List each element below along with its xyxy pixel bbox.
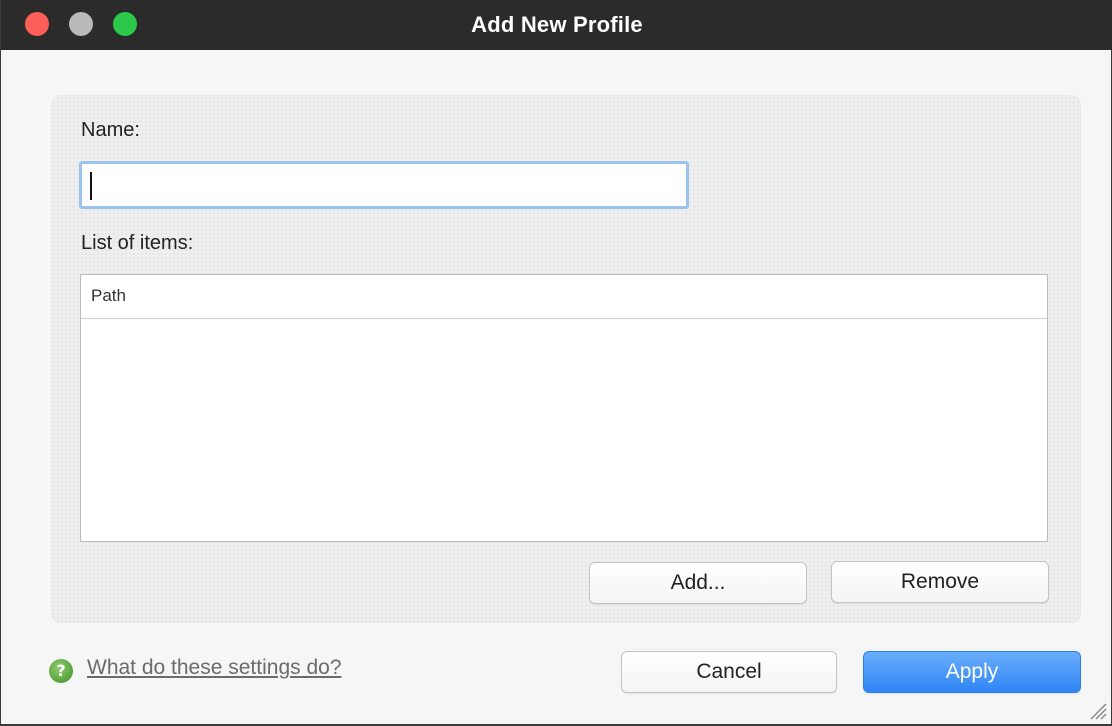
window-title: Add New Profile: [471, 12, 643, 37]
title-bar[interactable]: Add New Profile: [1, 0, 1112, 50]
question-icon[interactable]: ?: [49, 659, 73, 683]
dialog-window: Add New Profile Name: List of items: Pat…: [0, 0, 1112, 726]
name-input[interactable]: [79, 161, 689, 209]
remove-button[interactable]: Remove: [831, 561, 1049, 603]
name-label: Name:: [81, 119, 140, 141]
resize-grip-icon[interactable]: [1087, 700, 1107, 720]
apply-button[interactable]: Apply: [863, 651, 1081, 693]
list-of-items-label: List of items:: [81, 232, 194, 254]
path-column-header[interactable]: Path: [81, 275, 1047, 319]
text-cursor: [90, 172, 92, 200]
add-button[interactable]: Add...: [589, 562, 807, 604]
help-link[interactable]: What do these settings do?: [87, 656, 342, 680]
items-list[interactable]: Path: [80, 274, 1048, 542]
cancel-button[interactable]: Cancel: [621, 651, 837, 693]
